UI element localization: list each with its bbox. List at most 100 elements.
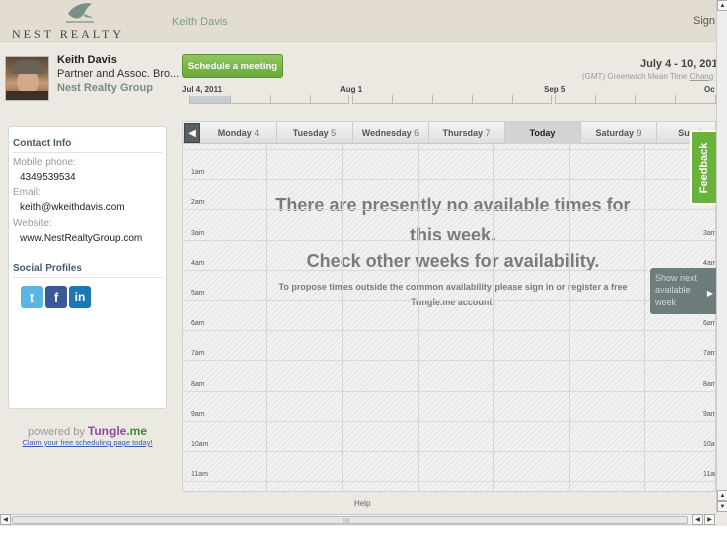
date-range: July 4 - 10, 201 (640, 58, 718, 70)
tungle-suffix: .me (126, 424, 148, 438)
horizontal-scrollbar[interactable]: ◀ ||||| ◀ ▶ (0, 514, 716, 525)
avatar (5, 56, 49, 101)
day-name: Saturday (595, 128, 634, 138)
sign-in-link[interactable]: Sign (693, 15, 715, 27)
header-owner-link[interactable]: Keith Davis (172, 16, 228, 28)
timeline-label-sep: Sep 5 (544, 85, 566, 94)
change-timezone-link[interactable]: Chang (690, 72, 714, 81)
hour-gridline (183, 209, 715, 210)
hour-label: 8am (191, 381, 205, 388)
day-header-saturday: Saturday 9 (581, 122, 657, 144)
vertical-scrollbar[interactable]: ▲ ▲ ▼ (716, 0, 727, 513)
website-label: Website: (13, 218, 52, 229)
timeline-week-tick (635, 95, 636, 104)
timezone: (GMT) Greenwich Mean Time Chang (582, 72, 713, 81)
day-header-wednesday: Wednesday 6 (353, 122, 429, 144)
powered-by: powered by Tungle.me (0, 424, 175, 438)
timeline-week-tick (675, 95, 676, 104)
hour-label-right: 4am (703, 260, 716, 267)
timeline-month-jul[interactable] (189, 95, 349, 104)
day-name: Tuesday (292, 128, 329, 138)
scroll-down-arrow-icon[interactable]: ▼ (717, 501, 727, 512)
hour-gridline (183, 149, 715, 150)
scroll-up-arrow-icon[interactable]: ▲ (717, 0, 727, 11)
timeline-week-tick (392, 95, 393, 104)
day-number: 7 (485, 128, 491, 138)
week-timeline[interactable]: Jul 4, 2011 Aug 1 Sep 5 Oc (182, 84, 716, 106)
feedback-tab[interactable]: Feedback (690, 130, 716, 205)
timeline-label-oct: Oc (704, 85, 715, 94)
day-column-divider (342, 144, 343, 491)
scroll-up-arrow-icon-lower[interactable]: ▲ (717, 490, 727, 501)
facebook-icon[interactable]: f (45, 286, 67, 308)
day-column-divider (569, 144, 570, 491)
avatar-shirt (6, 91, 48, 100)
arrow-right-icon: ▶ (706, 289, 713, 298)
hour-gridline (183, 270, 715, 271)
hour-gridline (183, 421, 715, 422)
hour-label: 9am (191, 411, 205, 418)
timeline-week-tick (595, 95, 596, 104)
horizontal-scroll-thumb[interactable]: ||||| (12, 516, 688, 524)
day-column-divider (493, 144, 494, 491)
claim-page-link[interactable]: Claim your free scheduling page today! (0, 438, 175, 447)
timeline-month-aug[interactable] (352, 95, 552, 104)
hour-label: 7am (191, 350, 205, 357)
day-header-monday: Monday 4 (201, 122, 277, 144)
scroll-right-arrow-icon[interactable]: ▶ (704, 514, 715, 525)
profile-title: Partner and Assoc. Bro... (57, 68, 180, 80)
hour-label-right: 6am (703, 320, 716, 327)
day-number: 6 (414, 128, 420, 138)
help-link[interactable]: Help (354, 499, 370, 508)
day-name: Today (529, 128, 556, 138)
linkedin-icon[interactable]: in (69, 286, 91, 308)
day-column-divider (418, 144, 419, 491)
email-value[interactable]: keith@wkeithdavis.com (20, 202, 125, 213)
day-number: 5 (331, 128, 337, 138)
profile-organization: Nest Realty Group (57, 82, 153, 94)
hour-label: 3am (191, 230, 205, 237)
tungle-brand: Tungle (87, 424, 127, 438)
hour-label-right: 7am (703, 350, 716, 357)
website-value[interactable]: www.NestRealtyGroup.com (20, 233, 142, 244)
day-name: Wednesday (361, 128, 412, 138)
day-number: 9 (636, 128, 642, 138)
day-name: Monday (217, 128, 252, 138)
show-next-available-week-button[interactable]: Show next available week ▶ (650, 268, 716, 314)
timeline-week-tick (270, 95, 271, 104)
profile-name: Keith Davis (57, 54, 117, 66)
nest-realty-logo[interactable]: NEST REALTY (12, 0, 132, 42)
schedule-meeting-button[interactable]: Schedule a meeting (182, 54, 283, 78)
calendar-day-header: ◀ Monday 4 Tuesday 5 Wednesday 6 Thursday 7… (183, 122, 715, 144)
hour-gridline (183, 451, 715, 452)
timeline-week-tick (472, 95, 473, 104)
hour-label: 5am (191, 290, 205, 297)
twitter-icon[interactable]: t (21, 286, 43, 308)
no-availability-message: There are presently no available times f… (263, 190, 643, 250)
hour-label: 1am (191, 169, 205, 176)
tungle-logo[interactable]: Tungle.me (88, 424, 147, 438)
feedback-label: Feedback (698, 142, 710, 193)
bird-logo-icon (66, 3, 94, 23)
day-column-divider (266, 144, 267, 491)
timeline-week-tick (230, 95, 231, 104)
previous-week-button[interactable]: ◀ (184, 123, 200, 143)
hour-gridline (183, 300, 715, 301)
day-header-thursday: Thursday 7 (429, 122, 505, 144)
day-column-divider (644, 144, 645, 491)
timezone-label: (GMT) Greenwich Mean Time (582, 72, 688, 81)
email-label: Email: (13, 187, 41, 198)
no-availability-line-2: this week. (409, 225, 497, 245)
hour-label: 10am (191, 441, 209, 448)
day-header-today: Today (505, 122, 581, 144)
hour-label-right: 3am (703, 230, 716, 237)
no-availability-line-1: There are presently no available times f… (275, 195, 631, 215)
hour-gridline (183, 391, 715, 392)
hour-gridline (183, 240, 715, 241)
hour-label: 6am (191, 320, 205, 327)
scroll-left-arrow-icon-right[interactable]: ◀ (692, 514, 703, 525)
scroll-left-arrow-icon[interactable]: ◀ (0, 514, 11, 525)
timeline-week-tick (432, 95, 433, 104)
mobile-label: Mobile phone: (13, 157, 76, 168)
profile-card: Keith Davis Partner and Assoc. Bro... Ne… (0, 44, 180, 114)
